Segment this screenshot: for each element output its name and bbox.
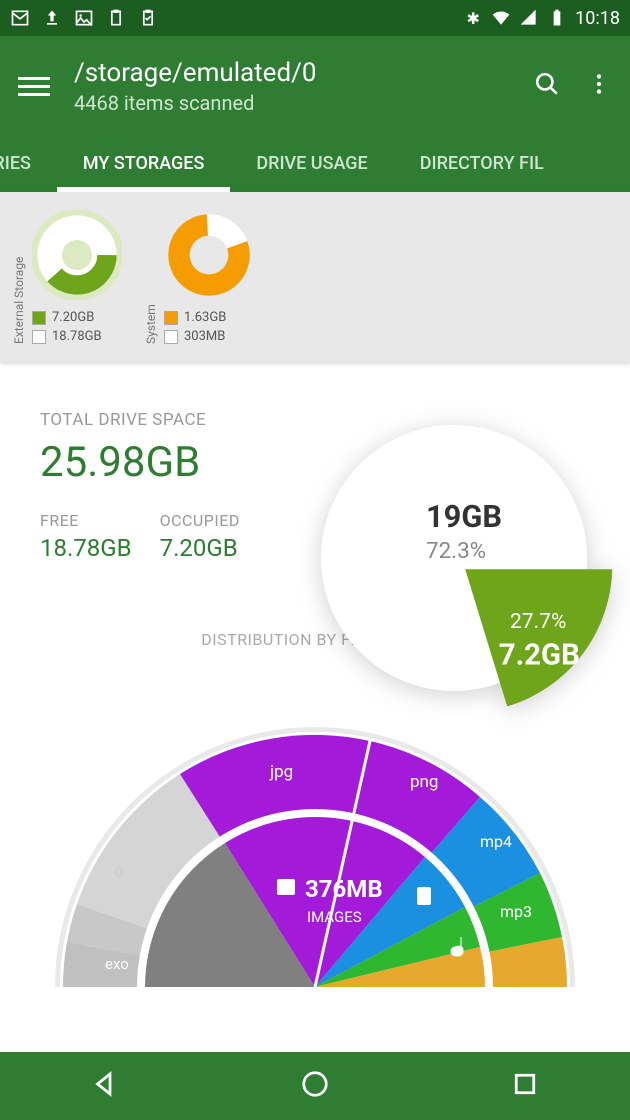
donut-system bbox=[164, 210, 254, 300]
occupied-value: 7.20GB bbox=[160, 534, 240, 562]
search-icon[interactable] bbox=[534, 71, 560, 101]
menu-icon[interactable] bbox=[18, 70, 50, 102]
page-title: /storage/emulated/0 bbox=[74, 58, 316, 88]
home-button[interactable] bbox=[300, 1069, 330, 1103]
occupied-label: OCCUPIED bbox=[160, 511, 240, 530]
slice-label: exo bbox=[105, 955, 129, 973]
storage-card-system[interactable]: System 1.63GB 303MB bbox=[144, 210, 254, 344]
app-bar: /storage/emulated/0 4468 items scanned bbox=[0, 36, 630, 136]
tabs-bar: ORIES MY STORAGES DRIVE USAGE DIRECTORY … bbox=[0, 136, 630, 192]
donut-external bbox=[32, 210, 122, 300]
legend-used: 1.63GB bbox=[184, 310, 226, 325]
tab-drive-usage[interactable]: DRIVE USAGE bbox=[230, 136, 393, 192]
status-bar: ✱ 10:18 bbox=[0, 0, 630, 36]
center-size: 376MB bbox=[305, 875, 383, 903]
tab-directory[interactable]: DIRECTORY FIL bbox=[394, 136, 570, 192]
clock: 10:18 bbox=[575, 8, 620, 29]
back-button[interactable] bbox=[90, 1069, 120, 1103]
distribution-chart[interactable]: exo 0 jpg png mp4 mp3 376MB IMAGES bbox=[35, 687, 595, 987]
slice-label: mp4 bbox=[480, 832, 512, 851]
clipboard-check-icon bbox=[138, 8, 158, 28]
storages-strip: External Storage 7.20GB 18.78GB System bbox=[0, 192, 630, 362]
image-icon bbox=[74, 8, 94, 28]
video-icon bbox=[417, 887, 431, 905]
slice-label: jpg bbox=[269, 762, 293, 782]
signal-icon bbox=[519, 8, 539, 28]
upload-icon bbox=[42, 8, 62, 28]
legend-total: 303MB bbox=[184, 329, 225, 344]
tab-categories[interactable]: ORIES bbox=[0, 136, 57, 192]
bluetooth-icon: ✱ bbox=[463, 8, 483, 28]
mail-icon bbox=[10, 8, 30, 28]
storage-label: External Storage bbox=[12, 210, 26, 344]
slice-label: 0 bbox=[115, 863, 123, 881]
pie-free-pct: 72.3% bbox=[426, 538, 486, 564]
storage-label: System bbox=[144, 210, 158, 344]
image-icon bbox=[277, 879, 295, 895]
storage-card-external[interactable]: External Storage 7.20GB 18.78GB bbox=[12, 210, 122, 344]
pie-free-size: 19GB bbox=[426, 498, 502, 535]
tab-my-storages[interactable]: MY STORAGES bbox=[57, 136, 230, 192]
battery-icon bbox=[547, 8, 567, 28]
free-value: 18.78GB bbox=[40, 534, 132, 562]
pie-occ-pct: 27.7% bbox=[510, 610, 566, 634]
legend-total: 18.78GB bbox=[52, 329, 102, 344]
free-label: FREE bbox=[40, 511, 132, 530]
center-category: IMAGES bbox=[307, 908, 362, 926]
page-subtitle: 4468 items scanned bbox=[74, 91, 316, 115]
clipboard-icon bbox=[106, 8, 126, 28]
pie-occ-size: 7.2GB bbox=[499, 638, 580, 672]
slice-label: mp3 bbox=[500, 902, 532, 921]
nav-bar bbox=[0, 1052, 630, 1120]
drive-pie[interactable]: 19GB 72.3% 27.7% 7.2GB bbox=[314, 418, 594, 698]
wifi-icon bbox=[491, 8, 511, 28]
slice-label: png bbox=[410, 772, 438, 792]
legend-used: 7.20GB bbox=[52, 310, 94, 325]
overflow-icon[interactable] bbox=[586, 71, 612, 101]
recent-button[interactable] bbox=[510, 1069, 540, 1103]
